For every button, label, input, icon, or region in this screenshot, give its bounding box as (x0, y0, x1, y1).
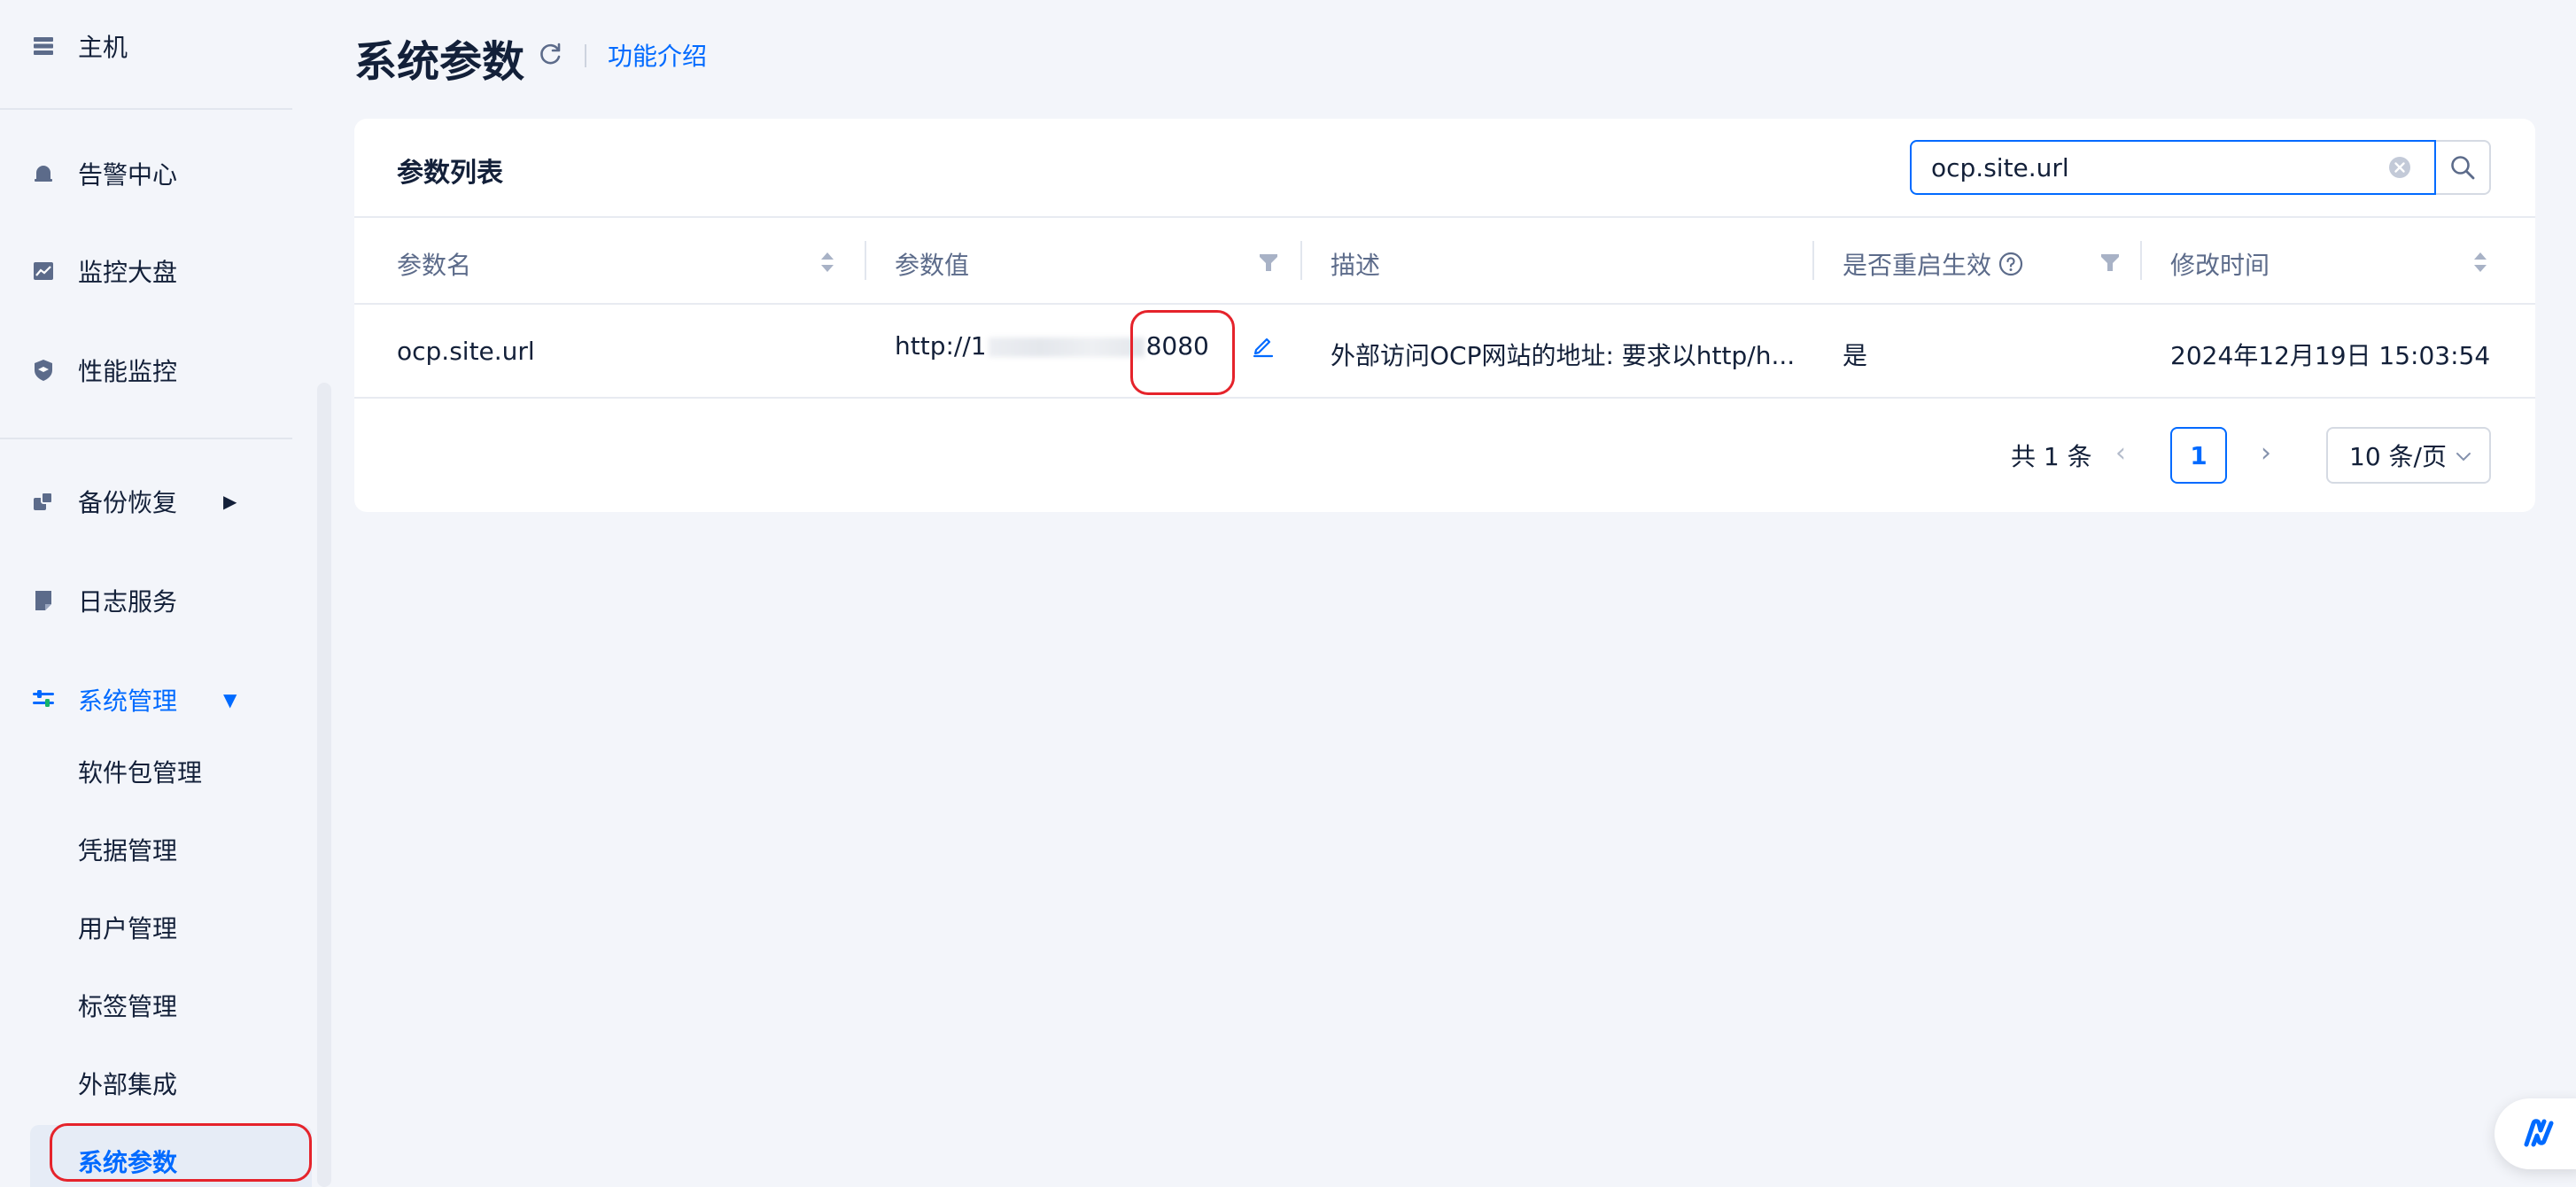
column-header-name[interactable]: 参数名 (397, 246, 471, 282)
caret-right-icon: ▶ (223, 491, 237, 512)
clear-icon[interactable] (2388, 156, 2411, 179)
redacted-value (988, 337, 1144, 357)
sidebar-item-label: 监控大盘 (78, 258, 178, 287)
column-separator (1300, 241, 1302, 280)
sidebar-divider (0, 108, 292, 110)
sort-icon[interactable] (2470, 250, 2491, 275)
search-field[interactable] (1910, 140, 2436, 195)
sidebar-subitem-credentials[interactable]: 凭据管理 (78, 827, 177, 872)
sidebar-item-backup[interactable]: 备份恢复 ▶ (0, 475, 292, 528)
sidebar-item-performance[interactable]: 性能监控 (0, 344, 292, 397)
sidebar-divider (0, 438, 292, 439)
row-modified-time: 2024年12月19日 15:03:54 (2170, 341, 2491, 370)
column-separator (865, 241, 866, 280)
page-size-label: 10 条/页 (2349, 442, 2447, 471)
param-value-port: 8080 (1145, 331, 1209, 361)
pagination-page-current[interactable]: 1 (2170, 427, 2227, 484)
server-icon (32, 35, 55, 58)
shield-icon (32, 359, 55, 382)
sidebar-subitem-tags[interactable]: 标签管理 (78, 983, 177, 1028)
row-param-name: ocp.site.url (397, 337, 535, 366)
pagination-total: 共 1 条 (2011, 442, 2092, 471)
sidebar-item-label: 备份恢复 (78, 488, 178, 517)
sidebar-item-system-management[interactable]: 系统管理 ▼ (0, 673, 292, 726)
column-header-modified[interactable]: 修改时间 (2170, 246, 2270, 282)
column-header-value[interactable]: 参数值 (895, 246, 969, 282)
search-input[interactable] (1931, 152, 2374, 182)
table-top-border (354, 216, 2535, 218)
param-value-prefix: http://1 (895, 331, 987, 361)
pagination-prev-icon[interactable]: ‹ (2115, 438, 2126, 469)
column-header-label: 参数名 (397, 251, 472, 280)
sidebar-subitem-packages[interactable]: 软件包管理 (78, 749, 202, 794)
sidebar-item-label: 日志服务 (78, 587, 178, 617)
log-icon (32, 589, 55, 612)
column-separator (1812, 241, 1814, 280)
card-title: 参数列表 (397, 158, 503, 189)
pagination-next-icon[interactable]: › (2261, 438, 2271, 469)
filter-icon[interactable] (2099, 250, 2121, 275)
sidebar-item-host[interactable]: 主机 (0, 19, 292, 73)
title-separator (585, 44, 586, 67)
sidebar-item-label: 性能监控 (78, 357, 178, 386)
sidebar-subitem-label: 系统参数 (78, 1148, 178, 1177)
chevron-down-icon (2456, 453, 2471, 462)
column-header-restart[interactable]: 是否重启生效 (1843, 246, 2023, 282)
column-header-description[interactable]: 描述 (1331, 246, 1380, 282)
caret-down-icon: ▼ (223, 689, 237, 710)
edit-icon[interactable] (1251, 333, 1276, 358)
sidebar-item-label: 主机 (78, 33, 128, 62)
backup-icon (32, 490, 55, 513)
sidebar-item-logs[interactable]: 日志服务 (0, 574, 292, 627)
sidebar-item-dashboard[interactable]: 监控大盘 (0, 244, 292, 298)
row-description: 外部访问OCP网站的地址: 要求以http/h... (1331, 341, 1796, 370)
sidebar-subitem-label: 外部集成 (78, 1070, 178, 1099)
sidebar-item-label: 告警中心 (78, 160, 178, 190)
sidebar-subitem-label: 标签管理 (78, 992, 178, 1021)
column-header-label: 参数值 (895, 251, 970, 280)
sidebar-subitem-integrations[interactable]: 外部集成 (78, 1061, 177, 1106)
row-restart-required: 是 (1843, 341, 1868, 370)
feature-intro-link[interactable]: 功能介绍 (608, 37, 707, 73)
page-size-select[interactable]: 10 条/页 (2326, 427, 2491, 484)
sidebar-subitem-label: 凭据管理 (78, 836, 178, 865)
sidebar-scrollbar[interactable] (317, 383, 331, 1187)
sidebar-item-label: 系统管理 (78, 687, 178, 716)
sidebar: 主机 告警中心 监控大盘 性能监控 备份恢复 ▶ 日志服务 系统管理 ▼ 软件包… (0, 0, 331, 1187)
filter-icon[interactable] (1258, 250, 1279, 275)
sidebar-subitem-label: 用户管理 (78, 914, 178, 943)
chart-icon (32, 260, 55, 283)
sidebar-item-alerts[interactable]: 告警中心 (0, 147, 292, 200)
row-param-value: http://1 8080 (895, 331, 1209, 361)
search-icon (2451, 156, 2475, 180)
column-separator (2140, 241, 2142, 280)
floating-assistant-button[interactable] (2495, 1098, 2576, 1169)
column-header-label: 是否重启生效 (1843, 251, 1992, 280)
refresh-icon[interactable] (537, 41, 563, 67)
sidebar-subitem-system-parameters[interactable]: 系统参数 (78, 1139, 177, 1183)
column-header-label: 描述 (1331, 251, 1381, 280)
app-logo-icon (2524, 1119, 2554, 1147)
table-row-border (354, 397, 2535, 399)
sidebar-subitem-label: 软件包管理 (78, 758, 203, 787)
column-header-label: 修改时间 (2170, 251, 2270, 280)
sidebar-subitem-users[interactable]: 用户管理 (78, 905, 177, 950)
sort-icon[interactable] (817, 250, 838, 275)
sliders-icon (32, 688, 55, 711)
page-title: 系统参数 (354, 37, 525, 87)
bell-icon (32, 162, 55, 185)
table-header-border (354, 303, 2535, 305)
help-icon[interactable] (1998, 252, 2023, 276)
search-button[interactable] (2436, 140, 2491, 195)
